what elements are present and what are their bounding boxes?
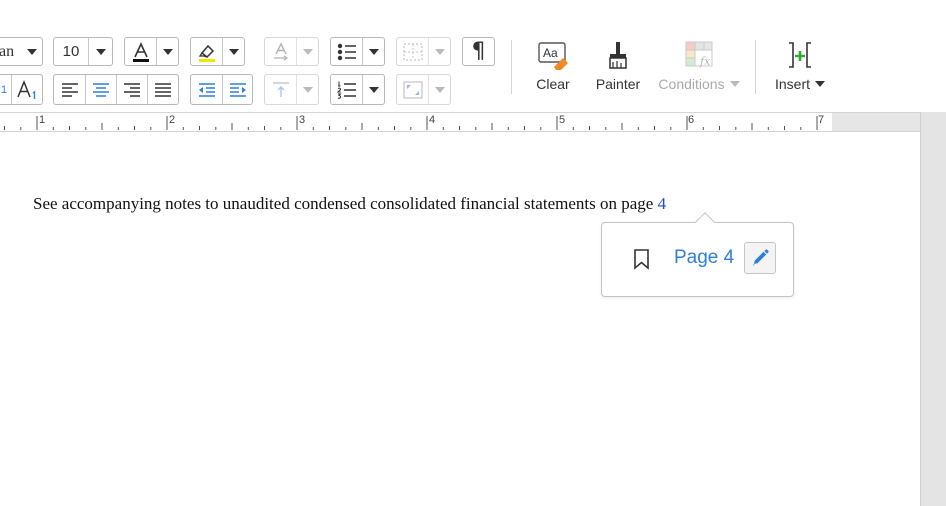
chevron-down-icon (434, 86, 445, 93)
script-group: 1 (0, 74, 43, 105)
align-left-button[interactable] (54, 75, 85, 104)
font-size-value: 10 (62, 43, 80, 60)
align-right-button[interactable] (116, 75, 147, 104)
alignment-group (53, 74, 179, 105)
align-justify-button[interactable] (147, 75, 178, 104)
indent-group (190, 74, 253, 105)
clear-label: Clear (536, 76, 570, 92)
link-popup: Page 4 (601, 212, 794, 297)
toolbar-separator (755, 40, 756, 94)
pencil-icon (753, 249, 769, 266)
paintbrush-icon (609, 42, 627, 69)
horizontal-ruler: 1 2 3 4 5 6 7 (0, 112, 946, 132)
cell-alignment-button[interactable] (396, 74, 451, 105)
ruler-number: 6 (688, 114, 695, 126)
highlighter-icon (191, 38, 222, 65)
ruler-number: 3 (299, 114, 306, 126)
ribbon-toolbar: an 10 ¶ 1 Aa Clear Painter fx Conditions… (0, 0, 946, 112)
line-spacing-icon (265, 75, 296, 104)
ruler-number: 5 (559, 114, 566, 126)
highlight-color-button[interactable] (190, 37, 245, 66)
font-name-select[interactable]: an (0, 37, 43, 66)
numbered-list-button[interactable] (330, 74, 385, 105)
bullet-list-icon (331, 38, 362, 65)
clear-formatting-button[interactable]: Aa Clear (532, 40, 574, 92)
align-center-icon (93, 82, 109, 97)
format-painter-button[interactable]: Painter (594, 40, 642, 92)
ruler-number: 4 (429, 114, 436, 126)
borders-button[interactable] (396, 37, 451, 66)
svg-text:Aa: Aa (543, 46, 558, 60)
text-effect-button[interactable] (264, 37, 319, 66)
insert-field-icon (789, 42, 811, 68)
bullet-list-button[interactable] (330, 37, 385, 66)
document-paragraph[interactable]: See accompanying notes to unaudited cond… (33, 194, 666, 214)
insert-label: Insert (774, 76, 810, 92)
chevron-down-icon (368, 86, 379, 93)
increase-indent-icon (229, 82, 246, 97)
align-left-icon (61, 82, 78, 97)
ruler-number: 2 (169, 114, 176, 126)
painter-label: Painter (595, 76, 641, 92)
subscript-button[interactable] (11, 75, 42, 104)
superscript-button[interactable]: 1 (0, 75, 11, 104)
increase-indent-button[interactable] (222, 75, 252, 104)
text-effect-icon (265, 38, 296, 65)
ruler-number: 7 (818, 114, 825, 126)
chevron-down-icon (302, 86, 313, 93)
font-color-button[interactable] (124, 37, 179, 66)
subscript-icon (17, 79, 36, 99)
popup-link-label[interactable]: Page 4 (674, 247, 734, 269)
superscript-icon: 1 (0, 83, 8, 96)
font-size-select[interactable]: 10 (53, 37, 113, 66)
chevron-down-icon (815, 81, 825, 87)
ruler-number: 1 (39, 114, 46, 126)
font-name-value: an (0, 42, 15, 60)
chevron-down-icon (302, 48, 313, 55)
toolbar-separator (511, 40, 512, 94)
clear-formatting-icon: Aa (538, 42, 568, 70)
chevron-down-icon (162, 48, 173, 55)
decrease-indent-icon (198, 82, 215, 97)
document-page[interactable] (0, 132, 920, 506)
chevron-down-icon (368, 48, 379, 55)
paragraph-text: See accompanying notes to unaudited cond… (33, 194, 658, 213)
align-center-button[interactable] (85, 75, 116, 104)
page-reference-link[interactable]: 4 (658, 194, 667, 213)
show-formatting-button[interactable]: ¶ (462, 37, 495, 66)
decrease-indent-button[interactable] (191, 75, 222, 104)
borders-icon (397, 38, 428, 65)
cell-alignment-icon (397, 75, 428, 104)
numbered-list-icon (331, 75, 362, 104)
svg-text:fx: fx (699, 55, 711, 68)
conditional-table-icon: fx (685, 41, 713, 68)
font-color-icon (125, 38, 156, 65)
ruler-margin-area (832, 113, 920, 131)
pilcrow-icon: ¶ (471, 39, 486, 64)
chevron-down-icon (228, 48, 239, 55)
bookmark-icon (634, 249, 649, 270)
chevron-down-icon (434, 48, 445, 55)
align-right-icon (124, 82, 140, 97)
chevron-down-icon (26, 48, 37, 55)
conditions-button[interactable]: fx Conditions (657, 40, 741, 92)
paragraph-spacing-button[interactable] (264, 74, 319, 105)
chevron-down-icon (95, 48, 106, 55)
ruler-ticks (4, 116, 818, 130)
chevron-down-icon (729, 81, 740, 87)
edit-link-button[interactable] (744, 242, 776, 274)
align-justify-icon (155, 82, 171, 97)
vertical-scrollbar[interactable] (920, 112, 946, 506)
insert-button[interactable]: Insert (772, 40, 828, 92)
conditions-label: Conditions (658, 76, 725, 92)
